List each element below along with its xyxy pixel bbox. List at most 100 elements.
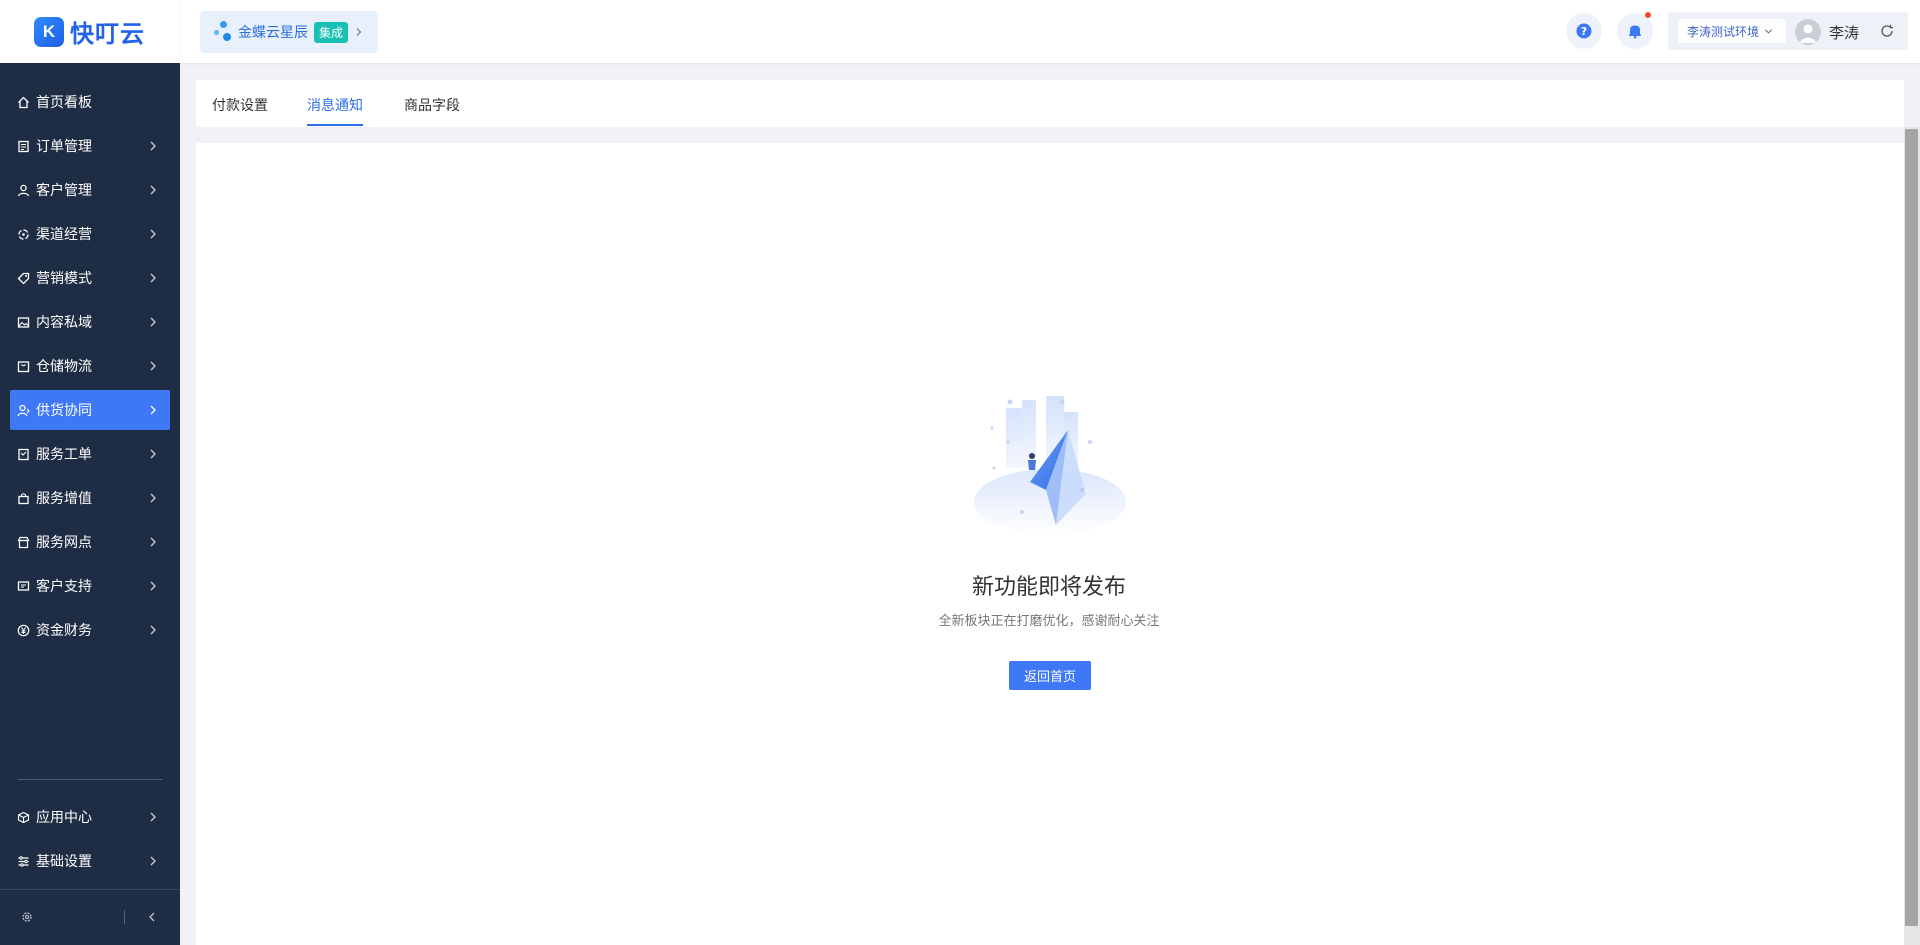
box-icon [16,359,30,373]
sidebar-item-label: 客户支持 [36,578,92,594]
sidebar-item-dashboard[interactable]: 首页看板 [10,82,170,122]
chevron-down-icon [1764,28,1773,34]
sidebar-item-label: 基础设置 [36,853,92,869]
sidebar-item-label: 供货协同 [36,402,92,418]
sidebar-footer [0,889,180,945]
sidebar-item-supply[interactable]: 供货协同 [10,390,170,430]
settings-list-icon [16,854,30,868]
yuan-icon [16,623,30,637]
back-home-button[interactable]: 返回首页 [1009,661,1091,690]
avatar-placeholder-icon [1799,24,1817,43]
nav-divider [18,779,163,780]
sidebar-item-content[interactable]: 内容私域 [10,302,170,342]
chevron-right-icon [150,229,156,239]
tag-icon [16,271,30,285]
tab-bar: 付款设置 消息通知 商品字段 [196,80,1904,127]
sidebar-item-customer-support[interactable]: 客户支持 [10,566,170,606]
sidebar: K 快叮云 首页看板 订单管理 客户管理 渠道经营 营销模式 内容私域 仓储物流… [0,0,180,945]
main-nav: 首页看板 订单管理 客户管理 渠道经营 营销模式 内容私域 仓储物流 供货协同 … [0,78,180,650]
sidebar-item-label: 服务工单 [36,446,92,462]
sidebar-item-label: 服务增值 [36,490,92,506]
sidebar-item-basic-settings[interactable]: 基础设置 [10,841,170,881]
integration-label: 金蝶云星辰 [238,24,308,40]
sidebar-item-marketing[interactable]: 营销模式 [10,258,170,298]
sidebar-item-value-added[interactable]: 服务增值 [10,478,170,518]
bell-icon [1629,25,1641,39]
user-name[interactable]: 李涛 [1829,22,1859,43]
environment-value: 李涛测试环境 [1687,24,1760,39]
sidebar-item-service-tickets[interactable]: 服务工单 [10,434,170,474]
sidebar-item-service-points[interactable]: 服务网点 [10,522,170,562]
chevron-right-icon [150,625,156,635]
sidebar-item-label: 营销模式 [36,270,92,286]
channel-icon [16,227,30,241]
bag-icon [16,491,30,505]
sidebar-item-label: 内容私域 [36,314,92,330]
chevron-right-icon [150,856,156,866]
scrollbar-thumb[interactable] [1905,129,1918,926]
supply-icon [16,403,30,417]
chevron-right-icon [150,581,156,591]
home-icon [16,95,30,109]
top-bar: 金蝶云星辰 集成 ? 李涛测试环境 李涛 [180,0,1920,63]
support-icon [16,579,30,593]
sidebar-item-finance[interactable]: 资金财务 [10,610,170,650]
sidebar-item-label: 客户管理 [36,182,92,198]
cube-icon [16,810,30,824]
sidebar-item-label: 首页看板 [36,94,92,110]
sidebar-item-label: 应用中心 [36,809,92,825]
chevron-right-icon [150,317,156,327]
sidebar-item-orders[interactable]: 订单管理 [10,126,170,166]
tab-product-fields[interactable]: 商品字段 [404,95,460,115]
sidebar-item-customers[interactable]: 客户管理 [10,170,170,210]
chevron-right-icon [150,493,156,503]
help-icon: ? [1576,23,1592,39]
order-icon [16,139,30,153]
collapse-sidebar-icon[interactable] [145,910,159,924]
chevron-right-icon [150,185,156,195]
svg-text:?: ? [1581,25,1587,38]
integration-badge: 集成 [314,21,349,43]
content-panel [196,143,1904,945]
avatar[interactable] [1795,19,1821,45]
integration-switcher[interactable]: 金蝶云星辰 集成 [200,11,378,53]
paper-plane-illustration [974,396,1126,535]
chevron-right-icon [356,28,362,36]
gear-icon[interactable] [20,910,34,924]
sidebar-item-app-center[interactable]: 应用中心 [10,797,170,837]
tab-payment-settings[interactable]: 付款设置 [212,95,268,115]
user-panel: 李涛测试环境 李涛 [1668,12,1908,50]
chevron-right-icon [150,812,156,822]
empty-state-subtitle: 全新板块正在打磨优化，感谢耐心关注 [938,613,1160,628]
sidebar-item-label: 渠道经营 [36,226,92,242]
active-tab-indicator [307,124,363,126]
sidebar-item-label: 仓储物流 [36,358,92,374]
store-icon [16,535,30,549]
tab-message-notifications[interactable]: 消息通知 [307,95,363,115]
image-icon [16,315,30,329]
notification-dot [1645,12,1651,18]
logo[interactable]: K 快叮云 [0,0,180,63]
footer-separator [124,910,125,924]
help-button[interactable]: ? [1566,13,1602,49]
brand-name: 快叮云 [70,21,145,48]
bottom-nav: 应用中心 基础设置 [0,793,180,881]
sidebar-item-label: 资金财务 [36,622,92,638]
sidebar-item-warehouse[interactable]: 仓储物流 [10,346,170,386]
sidebar-item-label: 服务网点 [36,534,92,550]
chevron-right-icon [150,537,156,547]
notifications-button[interactable] [1617,12,1653,49]
chevron-right-icon [150,449,156,459]
environment-select[interactable]: 李涛测试环境 [1678,19,1786,43]
kingdee-logo-icon [214,20,232,44]
empty-state-title: 新功能即将发布 [971,574,1126,599]
chevron-right-icon [150,405,156,415]
sidebar-item-channels[interactable]: 渠道经营 [10,214,170,254]
user-icon [16,183,30,197]
chevron-right-icon [150,273,156,283]
refresh-icon[interactable] [1880,24,1894,38]
sidebar-item-label: 订单管理 [36,138,92,154]
chevron-right-icon [150,361,156,371]
logo-mark-icon: K [34,16,64,47]
chevron-right-icon [150,141,156,151]
